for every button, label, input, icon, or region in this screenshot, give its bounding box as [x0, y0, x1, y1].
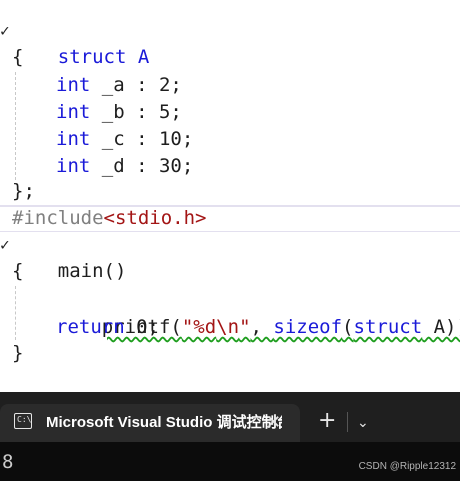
console-output[interactable]: 8 CSDN @Ripple12312: [0, 442, 460, 481]
close-icon[interactable]: ✕: [266, 404, 281, 442]
code-line-open-brace-main: {: [12, 260, 24, 282]
code-line-close-brace-main: }: [12, 342, 24, 364]
code-line-open-brace: {: [12, 46, 24, 68]
tab-divider: [347, 412, 348, 432]
terminal-tab-bar: C:\ Microsoft Visual Studio 调试控制台 ✕ + ⌄: [0, 392, 460, 442]
code-editor[interactable]: ✓ struct A { int _a : 2; int _b : 5; int …: [0, 0, 460, 392]
code-line-main: ✓ main(): [0, 231, 126, 282]
code-line-close-struct: };: [12, 180, 35, 202]
code-line-include: #include<stdio.h>: [12, 207, 207, 229]
code-line-field-b: int _b : 5;: [56, 101, 182, 123]
terminal-tab[interactable]: C:\ Microsoft Visual Studio 调试控制台 ✕: [0, 404, 300, 442]
fold-toggle-icon[interactable]: ✓: [0, 17, 10, 44]
code-line-field-d: int _d : 30;: [56, 155, 194, 177]
code-line-field-c: int _c : 10;: [56, 128, 194, 150]
watermark: CSDN @Ripple12312: [358, 461, 456, 472]
editor-bottom-gap: [0, 368, 460, 392]
chevron-down-icon[interactable]: ⌄: [357, 408, 369, 438]
code-line-struct: ✓ struct A: [0, 17, 149, 68]
new-tab-icon[interactable]: +: [318, 406, 336, 436]
fold-toggle-icon[interactable]: ✓: [0, 231, 10, 258]
indent-guide: [15, 72, 16, 180]
code-line-return: return 0;: [56, 316, 159, 338]
program-output: 8: [2, 451, 14, 473]
console-icon: C:\: [14, 413, 32, 429]
code-line-field-a: int _a : 2;: [56, 74, 182, 96]
tab-title: Microsoft Visual Studio 调试控制台: [46, 414, 282, 431]
indent-guide: [15, 286, 16, 340]
code-line-printf: printf("%d\n", sizeof(struct A));: [101, 316, 460, 338]
